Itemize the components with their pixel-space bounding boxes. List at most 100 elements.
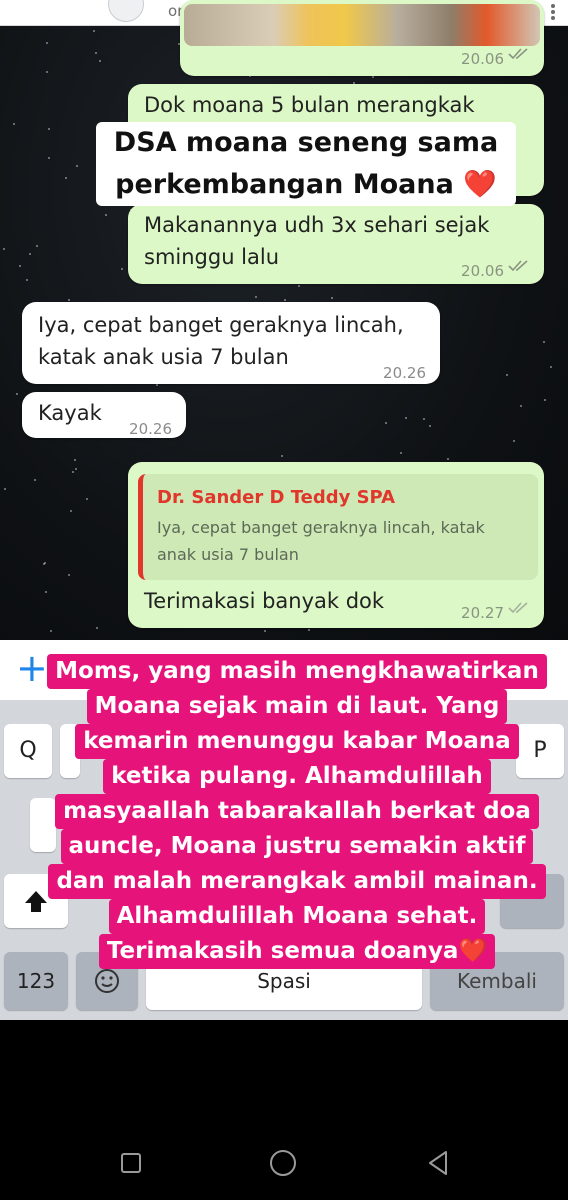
wallpaper-star: [513, 440, 515, 442]
wallpaper-star: [96, 627, 98, 629]
key-q[interactable]: Q: [4, 724, 52, 778]
wallpaper-star: [447, 458, 449, 460]
wallpaper-star: [255, 296, 257, 298]
message-time: 20.06: [461, 50, 504, 68]
message-text: Dok moana 5 bulan merangkak: [144, 93, 475, 117]
caption-line: Moms, yang masih mengkhawatirkan: [47, 654, 547, 689]
outgoing-message[interactable]: Makanannya udh 3x sehari sejak sminggu l…: [128, 204, 544, 284]
wallpaper-star: [19, 265, 21, 267]
message-text-line: sminggu lalu: [144, 245, 280, 269]
wallpaper-star: [429, 425, 431, 427]
wallpaper-star: [506, 374, 508, 376]
caption-line: ketika pulang. Alhamdulillah: [103, 759, 491, 794]
wallpaper-star: [76, 165, 78, 167]
incoming-message[interactable]: Kayak 20.26: [22, 392, 186, 438]
read-ticks-icon: [508, 48, 530, 60]
caption-line: Alhamdulillah Moana sehat.: [108, 899, 486, 934]
wallpaper-star: [156, 384, 158, 386]
message-text: Terimakasi banyak dok: [144, 589, 385, 613]
wallpaper-star: [34, 479, 36, 481]
wallpaper-star: [520, 405, 522, 407]
message-time: 20.06: [461, 262, 504, 280]
read-ticks-icon: [508, 260, 530, 272]
chat-area: online 20.06 Dok moana 5 bulan merangkak…: [0, 0, 568, 640]
wallpaper-star: [45, 591, 47, 593]
wallpaper-star: [95, 52, 97, 54]
wallpaper-star: [543, 341, 545, 343]
quoted-reply[interactable]: Dr. Sander D Teddy SPA Iya, cepat banget…: [138, 474, 538, 580]
message-text-line: Makanannya udh 3x sehari sejak: [144, 213, 490, 237]
android-nav-bar: [0, 1120, 568, 1200]
wallpaper-star: [43, 563, 45, 565]
read-ticks-icon: [508, 602, 530, 614]
wallpaper-star: [298, 285, 300, 287]
message-text-line: Iya, cepat banget geraknya lincah,: [38, 313, 404, 337]
quoted-sender-name: Dr. Sander D Teddy SPA: [157, 487, 396, 508]
wallpaper-star: [544, 399, 546, 401]
wallpaper-star: [281, 455, 283, 457]
wallpaper-star: [264, 630, 266, 632]
wallpaper-star: [16, 393, 18, 395]
wallpaper-star: [29, 253, 31, 255]
message-time: 20.26: [129, 420, 172, 438]
message-text: Kayak: [38, 401, 102, 425]
wallpaper-star: [68, 574, 70, 576]
home-icon[interactable]: [268, 1148, 298, 1178]
caption-line: DSA moana seneng sama: [113, 127, 499, 158]
wallpaper-star: [3, 248, 5, 250]
wallpaper-star: [26, 279, 28, 281]
wallpaper-star: [284, 299, 286, 301]
wallpaper-star: [385, 422, 387, 424]
wallpaper-star: [99, 60, 101, 62]
back-icon[interactable]: [424, 1148, 454, 1178]
caption-line: Terimakasih semua doanya❤️: [98, 934, 496, 969]
wallpaper-star: [372, 76, 374, 78]
story-caption-main: Moms, yang masih mengkhawatirkan Moana s…: [46, 654, 548, 969]
outgoing-reply-message[interactable]: Dr. Sander D Teddy SPA Iya, cepat banget…: [128, 462, 544, 628]
caption-line: auncle, Moana justru semakin aktif: [60, 829, 534, 864]
recents-icon[interactable]: [116, 1148, 146, 1178]
wallpaper-star: [423, 418, 425, 420]
story-caption-top: DSA moana seneng sama perkembangan Moana…: [96, 122, 516, 206]
caption-line: masyaallah tabarakallah berkat doa: [55, 794, 539, 829]
wallpaper-star: [48, 157, 50, 159]
wallpaper-star: [48, 128, 50, 130]
wallpaper-star: [65, 177, 67, 179]
message-time: 20.26: [383, 364, 426, 382]
wallpaper-star: [72, 471, 74, 473]
wallpaper-star: [68, 299, 70, 301]
wallpaper-star: [74, 459, 76, 461]
wallpaper-star: [331, 297, 333, 299]
wallpaper-star: [105, 214, 107, 216]
emoji-icon: [95, 969, 119, 993]
wallpaper-star: [70, 510, 72, 512]
quoted-text-line: anak usia 7 bulan: [157, 545, 299, 564]
photo-message[interactable]: 20.06: [180, 0, 544, 76]
wallpaper-star: [93, 30, 95, 32]
photo-thumbnail[interactable]: [184, 4, 540, 46]
wallpaper-star: [46, 71, 48, 73]
contact-avatar[interactable]: [108, 0, 144, 22]
wallpaper-star: [75, 468, 77, 470]
wallpaper-star: [4, 488, 6, 490]
quoted-text: Iya, cepat banget geraknya lincah, katak…: [157, 514, 537, 568]
wallpaper-star: [13, 123, 15, 125]
wallpaper-star: [36, 245, 38, 247]
wallpaper-star: [86, 498, 88, 500]
message-time: 20.27: [461, 604, 504, 622]
quoted-text-line: Iya, cepat banget geraknya lincah, katak: [157, 518, 485, 537]
wallpaper-star: [400, 452, 402, 454]
more-options-icon[interactable]: [550, 4, 556, 22]
wallpaper-star: [50, 630, 52, 632]
incoming-message[interactable]: Iya, cepat banget geraknya lincah, katak…: [22, 302, 440, 384]
wallpaper-star: [121, 268, 123, 270]
wallpaper-star: [46, 42, 48, 44]
caption-line: kemarin menunggu kabar Moana: [75, 724, 519, 759]
caption-line: Moana sejak main di laut. Yang: [86, 689, 508, 724]
caption-line: dan malah merangkak ambil mainan.: [48, 864, 546, 899]
wallpaper-star: [405, 417, 407, 419]
message-text-line: katak anak usia 7 bulan: [38, 345, 289, 369]
wallpaper-star: [308, 629, 310, 631]
caption-line: perkembangan Moana ❤️: [115, 169, 497, 200]
plus-icon[interactable]: +: [16, 648, 48, 688]
